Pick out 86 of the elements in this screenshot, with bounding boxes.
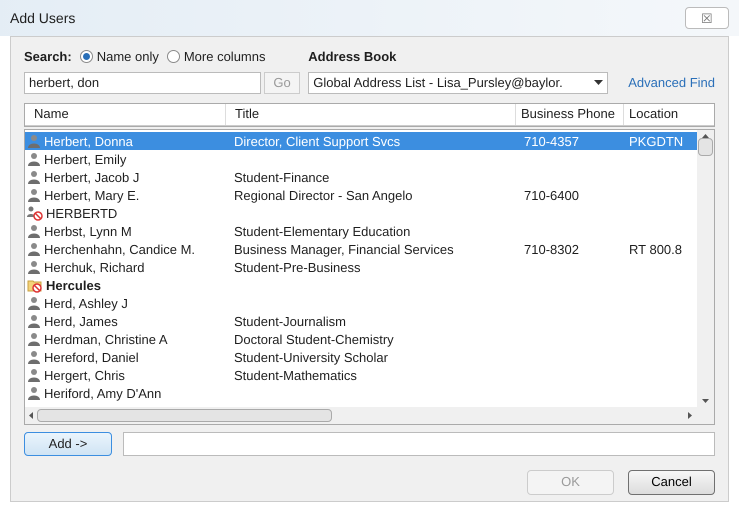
contact-row[interactable]: Herd, James Student-Journalism xyxy=(25,312,697,330)
name-cell-text: Herd, Ashley J xyxy=(44,294,128,313)
close-button[interactable]: ☒ xyxy=(685,7,729,29)
scroll-left-arrow-icon[interactable] xyxy=(29,412,33,418)
name-cell-text: Herdman, Christine A xyxy=(44,330,168,348)
vertical-scrollbar[interactable] xyxy=(697,130,714,406)
user-icon xyxy=(27,332,41,347)
user-icon xyxy=(27,386,41,401)
user-icon xyxy=(27,242,41,257)
user-icon xyxy=(27,314,41,329)
column-header[interactable]: Location xyxy=(623,104,714,124)
scroll-down-arrow-icon[interactable] xyxy=(702,398,709,402)
name-cell-text: Herbert, Jacob J xyxy=(44,168,140,186)
recipients-field[interactable] xyxy=(123,432,715,456)
phone-cell-text: 710-6400 xyxy=(523,186,580,204)
name-cell-text: Hergert, Chris xyxy=(44,366,125,385)
name-cell-text: Herbst, Lynn M xyxy=(44,222,132,241)
window-title: Add Users xyxy=(10,8,76,28)
column-header[interactable]: Business Phone xyxy=(515,104,623,124)
contact-row[interactable]: Herchuk, Richard Student-Pre-Business xyxy=(25,258,697,276)
name-cell-text: Herchuk, Richard xyxy=(44,258,144,276)
title-cell-text: Student-Mathematics xyxy=(233,366,358,384)
contact-row[interactable]: Hergert, Chris Student-Mathematics xyxy=(25,366,697,384)
dialog-button[interactable]: Cancel xyxy=(628,470,715,494)
scroll-thumb[interactable] xyxy=(698,138,713,156)
title-cell-text: Doctoral Student-Chemistry xyxy=(233,330,395,349)
contact-row[interactable]: HERBERTD xyxy=(25,204,697,222)
name-cell-text: Heriford, Amy D'Ann xyxy=(44,384,162,403)
name-cell-text: Hereford, Daniel xyxy=(44,348,139,366)
contact-row[interactable]: Herbert, Mary E. Regional Director - San Angelo 710-6400 xyxy=(25,186,697,204)
radio-label: More columns xyxy=(184,48,266,66)
search-label: Search: xyxy=(24,48,72,66)
horizontal-scrollbar[interactable] xyxy=(25,406,714,424)
scroll-thumb[interactable] xyxy=(37,408,332,422)
phone-cell-text: 710-4357 xyxy=(523,132,580,150)
contact-row[interactable]: Herd, Ashley J xyxy=(25,294,697,312)
caret-icon xyxy=(594,80,604,85)
name-cell-text: HERBERTD xyxy=(46,204,118,222)
scroll-up-arrow-icon[interactable] xyxy=(702,134,709,138)
contact-row[interactable]: Herbert, Jacob J Student-Finance xyxy=(25,168,697,186)
title-cell-text: Student-Pre-Business xyxy=(233,258,362,276)
contact-row[interactable]: Hercules xyxy=(25,276,697,294)
contact-row[interactable]: Herbst, Lynn M Student-Elementary Education xyxy=(25,222,697,240)
contact-row[interactable]: Heriford, Amy D'Ann xyxy=(25,384,697,402)
name-cell-text: Herbert, Donna xyxy=(44,132,133,150)
column-header[interactable]: Title xyxy=(225,104,515,124)
address-book-dropdown[interactable]: Global Address List - Lisa_Pursley@baylor. xyxy=(308,72,608,94)
user-icon xyxy=(27,350,41,365)
contact-row[interactable]: Herdman, Christine A Doctoral Student-Chemistry xyxy=(25,330,697,348)
address-book-label: Address Book xyxy=(308,48,398,66)
title-cell-text: Student-Finance xyxy=(233,168,330,186)
user-icon xyxy=(27,296,41,311)
name-cell-text: Herbert, Emily xyxy=(44,150,126,169)
location-cell-text: RT 800.8 xyxy=(628,240,684,258)
title-cell-text: Business Manager, Financial Services xyxy=(233,240,455,259)
contact-row[interactable]: Herchenhahn, Candice M. Business Manager, Financial Services 710-8302 RT 800.8 xyxy=(25,240,697,258)
location-cell-text: PKGDTN xyxy=(628,132,684,150)
name-cell-text: Herchenhahn, Candice M. xyxy=(44,240,196,258)
name-cell-text: Herbert, Mary E. xyxy=(44,186,140,205)
title-cell-text: Student-Elementary Education xyxy=(233,222,412,241)
user-icon xyxy=(27,368,41,383)
user-icon xyxy=(27,260,41,275)
radio-button[interactable] xyxy=(80,50,93,64)
user-icon xyxy=(27,170,41,185)
user-icon xyxy=(27,188,41,203)
name-cell-text: Herd, James xyxy=(44,312,118,330)
title-cell-text: Student-University Scholar xyxy=(233,348,389,367)
contact-row[interactable]: Herbert, Emily xyxy=(25,150,697,168)
radio-label: Name only xyxy=(96,48,159,66)
user-icon xyxy=(27,134,41,149)
advanced-find-link[interactable]: Advanced Find xyxy=(628,72,715,92)
scroll-right-arrow-icon[interactable] xyxy=(688,412,692,418)
column-header[interactable]: Name xyxy=(25,104,225,124)
add-button[interactable]: Add -> xyxy=(24,432,112,456)
blocked-user-icon xyxy=(27,206,43,221)
radio-button[interactable] xyxy=(166,50,180,64)
name-cell-text: Hercules xyxy=(46,276,101,294)
title-cell-text: Director, Client Support Svcs xyxy=(233,132,402,151)
blocked-folder-icon xyxy=(27,278,43,293)
contact-row[interactable]: Hereford, Daniel Student-University Scholar xyxy=(25,348,697,366)
phone-cell-text: 710-8302 xyxy=(523,240,580,258)
user-icon xyxy=(27,224,41,239)
user-icon xyxy=(27,152,41,167)
title-cell-text: Regional Director - San Angelo xyxy=(233,186,414,205)
search-field[interactable]: herbert, don xyxy=(24,72,261,94)
title-cell-text: Student-Journalism xyxy=(233,312,347,330)
